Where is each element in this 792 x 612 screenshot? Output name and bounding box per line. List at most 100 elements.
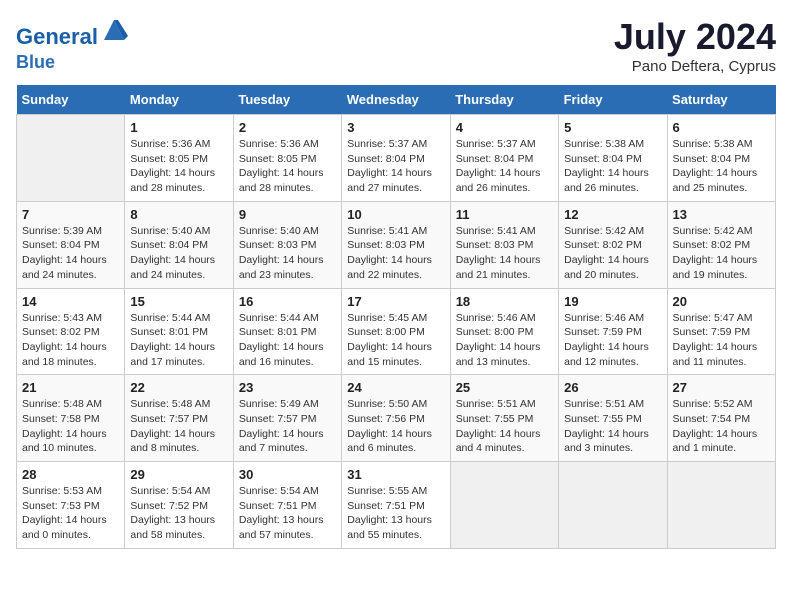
day-info: Sunrise: 5:36 AM Sunset: 8:05 PM Dayligh… xyxy=(130,137,227,196)
calendar-cell: 6 Sunrise: 5:38 AM Sunset: 8:04 PM Daylig… xyxy=(667,115,775,202)
day-info: Sunrise: 5:39 AM Sunset: 8:04 PM Dayligh… xyxy=(22,224,119,283)
day-info: Sunrise: 5:54 AM Sunset: 7:51 PM Dayligh… xyxy=(239,484,336,543)
calendar-week-row: 21 Sunrise: 5:48 AM Sunset: 7:58 PM Dayli… xyxy=(17,375,776,462)
day-info: Sunrise: 5:51 AM Sunset: 7:55 PM Dayligh… xyxy=(564,397,661,456)
calendar-cell xyxy=(559,462,667,549)
calendar-cell: 5Sunrise: 5:38 AM Sunset: 8:04 PM Daylig… xyxy=(559,115,667,202)
day-info: Sunrise: 5:40 AM Sunset: 8:04 PM Dayligh… xyxy=(130,224,227,283)
calendar-cell: 9 Sunrise: 5:40 AM Sunset: 8:03 PM Daylig… xyxy=(233,201,341,288)
day-number: 1 xyxy=(130,120,227,135)
day-info: Sunrise: 5:44 AM Sunset: 8:01 PM Dayligh… xyxy=(130,311,227,370)
day-number: 22 xyxy=(130,380,227,395)
title-block: July 2024 Pano Deftera, Cyprus xyxy=(614,16,776,75)
calendar-week-row: 14 Sunrise: 5:43 AM Sunset: 8:02 PM Dayli… xyxy=(17,288,776,375)
day-number: 3 xyxy=(347,120,444,135)
calendar-week-row: 7 Sunrise: 5:39 AM Sunset: 8:04 PM Daylig… xyxy=(17,201,776,288)
day-info: Sunrise: 5:37 AM Sunset: 8:04 PM Dayligh… xyxy=(347,137,444,196)
month-year: July 2024 xyxy=(614,16,776,58)
day-number: 30 xyxy=(239,467,336,482)
calendar-header-row: SundayMondayTuesdayWednesdayThursdayFrid… xyxy=(17,85,776,115)
day-number: 19 xyxy=(564,294,661,309)
day-info: Sunrise: 5:50 AM Sunset: 7:56 PM Dayligh… xyxy=(347,397,444,456)
day-number: 2 xyxy=(239,120,336,135)
day-of-week-header: Wednesday xyxy=(342,85,450,115)
day-number: 9 xyxy=(239,207,336,222)
day-info: Sunrise: 5:46 AM Sunset: 8:00 PM Dayligh… xyxy=(456,311,553,370)
calendar-cell: 17 Sunrise: 5:45 AM Sunset: 8:00 PM Dayli… xyxy=(342,288,450,375)
day-number: 12 xyxy=(564,207,661,222)
day-of-week-header: Thursday xyxy=(450,85,558,115)
day-info: Sunrise: 5:36 AM Sunset: 8:05 PM Dayligh… xyxy=(239,137,336,196)
day-of-week-header: Tuesday xyxy=(233,85,341,115)
day-info: Sunrise: 5:45 AM Sunset: 8:00 PM Dayligh… xyxy=(347,311,444,370)
day-number: 7 xyxy=(22,207,119,222)
day-number: 11 xyxy=(456,207,553,222)
day-number: 8 xyxy=(130,207,227,222)
calendar-week-row: 1 Sunrise: 5:36 AM Sunset: 8:05 PM Daylig… xyxy=(17,115,776,202)
calendar-table: SundayMondayTuesdayWednesdayThursdayFrid… xyxy=(16,85,776,549)
day-number: 15 xyxy=(130,294,227,309)
day-info: Sunrise: 5:42 AM Sunset: 8:02 PM Dayligh… xyxy=(564,224,661,283)
location: Pano Deftera, Cyprus xyxy=(614,58,776,75)
day-number: 25 xyxy=(456,380,553,395)
day-of-week-header: Sunday xyxy=(17,85,125,115)
day-number: 10 xyxy=(347,207,444,222)
day-of-week-header: Saturday xyxy=(667,85,775,115)
day-number: 4 xyxy=(456,120,553,135)
day-info: Sunrise: 5:53 AM Sunset: 7:53 PM Dayligh… xyxy=(22,484,119,543)
logo-icon xyxy=(100,16,128,44)
day-number: 16 xyxy=(239,294,336,309)
day-info: Sunrise: 5:40 AM Sunset: 8:03 PM Dayligh… xyxy=(239,224,336,283)
day-info: Sunrise: 5:52 AM Sunset: 7:54 PM Dayligh… xyxy=(673,397,770,456)
day-info: Sunrise: 5:43 AM Sunset: 8:02 PM Dayligh… xyxy=(22,311,119,370)
calendar-cell: 30 Sunrise: 5:54 AM Sunset: 7:51 PM Dayli… xyxy=(233,462,341,549)
logo: General Blue xyxy=(16,16,128,73)
day-number: 6 xyxy=(673,120,770,135)
day-number: 20 xyxy=(673,294,770,309)
day-info: Sunrise: 5:48 AM Sunset: 7:57 PM Dayligh… xyxy=(130,397,227,456)
day-number: 13 xyxy=(673,207,770,222)
day-info: Sunrise: 5:46 AM Sunset: 7:59 PM Dayligh… xyxy=(564,311,661,370)
calendar-cell xyxy=(667,462,775,549)
day-number: 18 xyxy=(456,294,553,309)
page-header: General Blue July 2024 Pano Deftera, Cyp… xyxy=(16,16,776,75)
calendar-cell: 4Sunrise: 5:37 AM Sunset: 8:04 PM Daylig… xyxy=(450,115,558,202)
calendar-cell: 26 Sunrise: 5:51 AM Sunset: 7:55 PM Dayli… xyxy=(559,375,667,462)
calendar-cell: 28Sunrise: 5:53 AM Sunset: 7:53 PM Dayli… xyxy=(17,462,125,549)
calendar-cell xyxy=(17,115,125,202)
calendar-cell: 29Sunrise: 5:54 AM Sunset: 7:52 PM Dayli… xyxy=(125,462,233,549)
day-info: Sunrise: 5:41 AM Sunset: 8:03 PM Dayligh… xyxy=(347,224,444,283)
logo-general: General xyxy=(16,24,98,49)
calendar-cell: 13Sunrise: 5:42 AM Sunset: 8:02 PM Dayli… xyxy=(667,201,775,288)
day-number: 26 xyxy=(564,380,661,395)
calendar-cell: 20 Sunrise: 5:47 AM Sunset: 7:59 PM Dayli… xyxy=(667,288,775,375)
calendar-cell: 3 Sunrise: 5:37 AM Sunset: 8:04 PM Daylig… xyxy=(342,115,450,202)
day-number: 29 xyxy=(130,467,227,482)
calendar-cell: 19 Sunrise: 5:46 AM Sunset: 7:59 PM Dayli… xyxy=(559,288,667,375)
day-info: Sunrise: 5:38 AM Sunset: 8:04 PM Dayligh… xyxy=(673,137,770,196)
logo-blue: Blue xyxy=(16,52,55,72)
day-info: Sunrise: 5:51 AM Sunset: 7:55 PM Dayligh… xyxy=(456,397,553,456)
calendar-cell xyxy=(450,462,558,549)
day-number: 24 xyxy=(347,380,444,395)
calendar-cell: 25 Sunrise: 5:51 AM Sunset: 7:55 PM Dayli… xyxy=(450,375,558,462)
day-info: Sunrise: 5:44 AM Sunset: 8:01 PM Dayligh… xyxy=(239,311,336,370)
day-number: 14 xyxy=(22,294,119,309)
day-info: Sunrise: 5:48 AM Sunset: 7:58 PM Dayligh… xyxy=(22,397,119,456)
calendar-cell: 12 Sunrise: 5:42 AM Sunset: 8:02 PM Dayli… xyxy=(559,201,667,288)
calendar-cell: 14 Sunrise: 5:43 AM Sunset: 8:02 PM Dayli… xyxy=(17,288,125,375)
calendar-cell: 18 Sunrise: 5:46 AM Sunset: 8:00 PM Dayli… xyxy=(450,288,558,375)
calendar-cell: 24 Sunrise: 5:50 AM Sunset: 7:56 PM Dayli… xyxy=(342,375,450,462)
calendar-week-row: 28Sunrise: 5:53 AM Sunset: 7:53 PM Dayli… xyxy=(17,462,776,549)
calendar-cell: 27Sunrise: 5:52 AM Sunset: 7:54 PM Dayli… xyxy=(667,375,775,462)
day-number: 5 xyxy=(564,120,661,135)
calendar-cell: 31Sunrise: 5:55 AM Sunset: 7:51 PM Dayli… xyxy=(342,462,450,549)
calendar-cell: 22 Sunrise: 5:48 AM Sunset: 7:57 PM Dayli… xyxy=(125,375,233,462)
calendar-cell: 15 Sunrise: 5:44 AM Sunset: 8:01 PM Dayli… xyxy=(125,288,233,375)
day-number: 21 xyxy=(22,380,119,395)
day-of-week-header: Friday xyxy=(559,85,667,115)
calendar-cell: 2 Sunrise: 5:36 AM Sunset: 8:05 PM Daylig… xyxy=(233,115,341,202)
day-number: 17 xyxy=(347,294,444,309)
day-info: Sunrise: 5:47 AM Sunset: 7:59 PM Dayligh… xyxy=(673,311,770,370)
calendar-cell: 23Sunrise: 5:49 AM Sunset: 7:57 PM Dayli… xyxy=(233,375,341,462)
